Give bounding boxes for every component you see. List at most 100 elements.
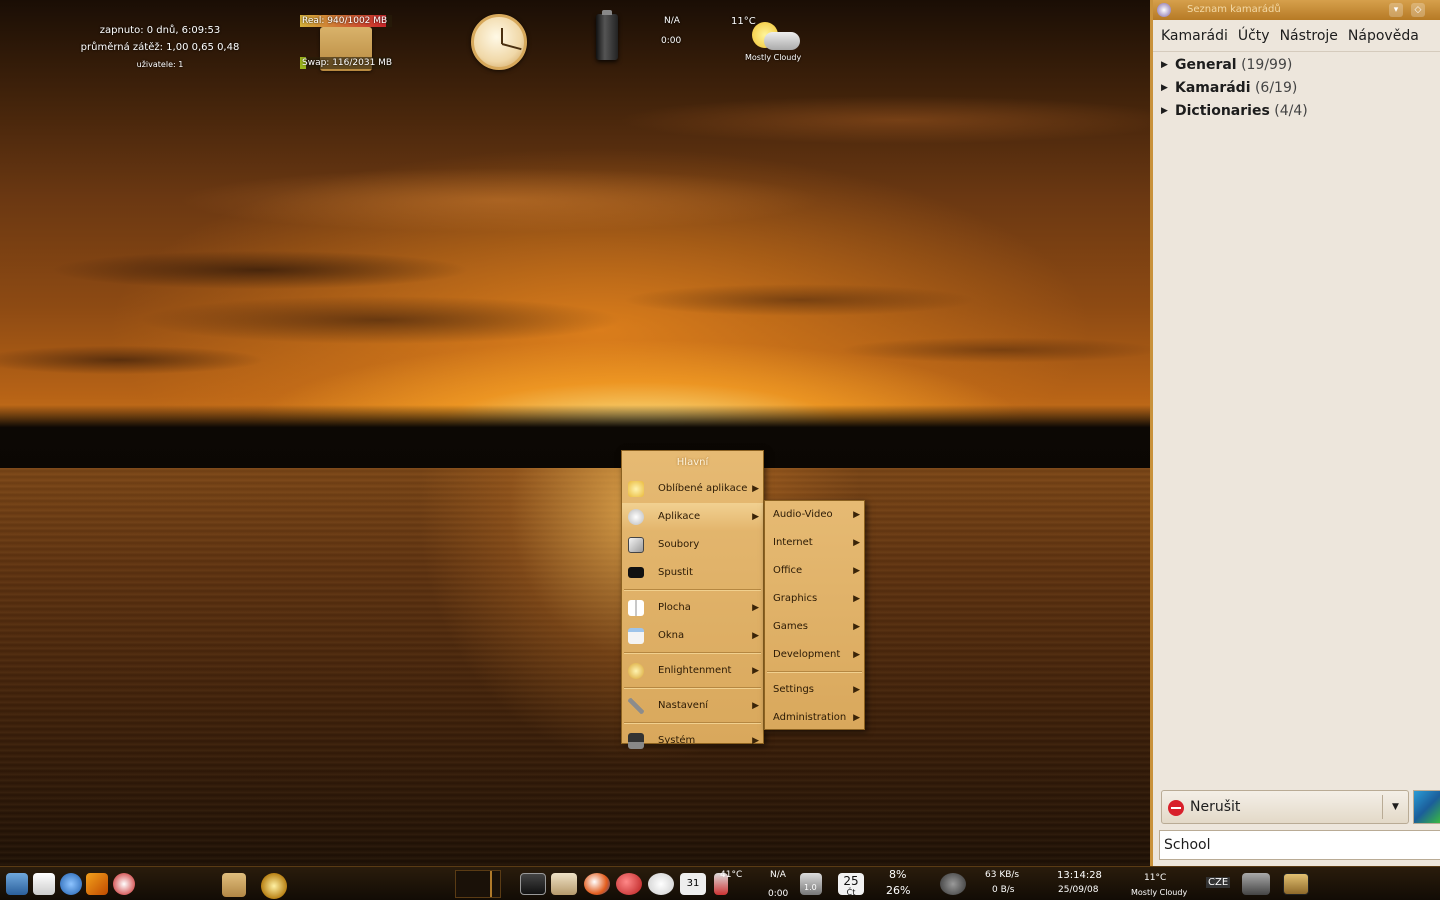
real-memory-bar: Real: 940/1002 MB: [300, 15, 392, 27]
submenu-item-audio-video[interactable]: Audio-Video ▶: [765, 501, 864, 529]
enlightenment-icon[interactable]: [261, 873, 287, 899]
expand-arrow-icon[interactable]: ▶: [1161, 77, 1168, 100]
terminal-icon: [628, 567, 644, 578]
keyboard-layout[interactable]: CZE: [1206, 877, 1231, 888]
menu-ucty[interactable]: Účty: [1238, 28, 1270, 44]
battery-time-text: 0:00: [768, 889, 789, 899]
network-icon[interactable]: [60, 873, 82, 895]
clock-minute-hand: [501, 43, 522, 51]
submenu-item-internet[interactable]: Internet ▶: [765, 529, 864, 557]
submenu-item-office[interactable]: Office ▶: [765, 557, 864, 585]
network-monitor-icon: [940, 873, 966, 895]
group-kamaradi[interactable]: ▶ Kamarádi (6/19): [1153, 77, 1440, 100]
submenu-arrow-icon: ▶: [752, 666, 759, 676]
ibar-item-icon[interactable]: [222, 873, 246, 897]
maximize-button[interactable]: ◇: [1411, 3, 1425, 17]
menu-item-run[interactable]: Spustit: [622, 559, 763, 587]
submenu-arrow-icon: ▶: [853, 650, 860, 660]
camera-icon[interactable]: [1242, 873, 1270, 895]
group-dictionaries[interactable]: ▶ Dictionaries (4/4): [1153, 100, 1440, 123]
opera-icon[interactable]: [616, 873, 642, 895]
menu-item-enlightenment[interactable]: Enlightenment ▶: [622, 657, 763, 685]
shelf-weather-temp: 11°C: [1144, 873, 1167, 883]
terminal-icon[interactable]: [520, 873, 546, 895]
submenu-arrow-icon: ▶: [853, 713, 860, 723]
analog-clock-gadget: [471, 14, 527, 70]
calendar-day-icon[interactable]: 25 Čt: [838, 873, 864, 897]
submenu-arrow-icon: ▶: [853, 510, 860, 520]
menu-item-label: Graphics: [773, 593, 818, 604]
clock-date[interactable]: 25/09/08: [1058, 885, 1098, 895]
status-selector[interactable]: Nerušit ▼: [1161, 790, 1409, 824]
buddy-avatar[interactable]: [1413, 790, 1440, 824]
group-general[interactable]: ▶ General (19/99): [1153, 54, 1440, 77]
firefox-icon[interactable]: [584, 873, 610, 895]
lifebuoy-icon[interactable]: [113, 873, 135, 895]
submenu-arrow-icon: ▶: [752, 701, 759, 711]
cpu-percent-top: 8%: [889, 868, 907, 881]
menu-item-label: Aplikace: [658, 511, 701, 522]
expand-arrow-icon[interactable]: ▶: [1161, 54, 1168, 77]
bottom-shelf: 31 41°C N/A 0:00 1.0 25 Čt 8% 26% 63 KB/…: [0, 866, 1440, 900]
submenu-item-administration[interactable]: Administration ▶: [765, 704, 864, 732]
battery-time-text: 0:00: [661, 36, 682, 46]
notification-icon[interactable]: [33, 873, 55, 895]
group-count: (19/99): [1241, 57, 1293, 73]
menu-item-files[interactable]: Soubory: [622, 531, 763, 559]
group-name: Kamarádi: [1175, 80, 1251, 96]
group-count: (4/4): [1274, 103, 1308, 119]
system-info-gadget: zapnuto: 0 dnů, 6:09:53 průměrná zátěž: …: [70, 22, 250, 73]
enlightenment-icon: [628, 663, 644, 679]
submenu-item-graphics[interactable]: Graphics ▶: [765, 585, 864, 613]
menu-kamaradi[interactable]: Kamarádi: [1161, 28, 1228, 44]
cloudy-weather-icon: [752, 22, 800, 54]
group-name: Dictionaries: [1175, 103, 1270, 119]
submenu-item-settings[interactable]: Settings ▶: [765, 676, 864, 704]
group-name: General: [1175, 57, 1237, 73]
clock-time[interactable]: 13:14:28: [1057, 870, 1102, 881]
desktop-show-icon[interactable]: [1283, 873, 1309, 895]
net-download-text: 63 KB/s: [985, 870, 1020, 880]
shelf-weather-condition: Mostly Cloudy: [1131, 888, 1188, 897]
menu-item-desktop[interactable]: Plocha ▶: [622, 594, 763, 622]
calendar-icon[interactable]: 31: [680, 873, 706, 895]
screenshot-icon[interactable]: [86, 873, 108, 895]
swap-memory-label: Swap: 116/2031 MB: [302, 58, 393, 68]
menu-item-label: Okna: [658, 630, 685, 641]
real-memory-label: Real: 940/1002 MB: [302, 16, 388, 26]
users-text: uživatele: 1: [136, 60, 184, 69]
menu-item-label: Systém: [658, 735, 696, 746]
applications-submenu: Audio-Video ▶ Internet ▶ Office ▶ Graphics ▶…: [764, 500, 865, 730]
battery-status-text: N/A: [664, 16, 680, 26]
minimize-button[interactable]: ▾: [1389, 3, 1403, 17]
wallpaper-treeline: [0, 405, 1150, 469]
temperature-text: 41°C: [720, 870, 743, 880]
menu-napoveda[interactable]: Nápověda: [1348, 28, 1419, 44]
cpu-percent-bottom: 26%: [886, 884, 911, 897]
text-editor-icon[interactable]: [551, 873, 577, 895]
submenu-arrow-icon: ▶: [853, 566, 860, 576]
menu-item-settings[interactable]: Nastavení ▶: [622, 692, 763, 720]
swap-memory-bar: Swap: 116/2031 MB: [300, 57, 392, 69]
desktop-pager[interactable]: [455, 870, 501, 898]
menu-item-windows[interactable]: Okna ▶: [622, 622, 763, 650]
file-manager-icon[interactable]: [6, 873, 28, 895]
heart-icon: [628, 481, 644, 497]
main-menu-title: Hlavní: [676, 457, 709, 468]
chevron-down-icon[interactable]: ▼: [1382, 795, 1408, 819]
status-label: Nerušit: [1190, 799, 1241, 815]
group-count: (6/19): [1254, 80, 1298, 96]
window-menubar: Kamarádi Účty Nástroje Nápověda: [1153, 20, 1440, 52]
menu-nastroje[interactable]: Nástroje: [1280, 28, 1338, 44]
weather-condition: Mostly Cloudy: [745, 53, 802, 62]
menu-item-favorites[interactable]: Oblíbené aplikace ▶: [622, 475, 763, 503]
submenu-item-development[interactable]: Development ▶: [765, 641, 864, 669]
window-titlebar[interactable]: Seznam kamarádů ▾ ◇: [1153, 0, 1440, 20]
submenu-item-games[interactable]: Games ▶: [765, 613, 864, 641]
menu-item-applications[interactable]: Aplikace ▶: [622, 503, 763, 531]
pidgin-icon[interactable]: [648, 873, 674, 895]
status-message-field[interactable]: School: [1159, 830, 1440, 860]
menu-item-system[interactable]: Systém ▶: [622, 727, 763, 755]
calendar-weekday: Čt: [846, 888, 856, 897]
expand-arrow-icon[interactable]: ▶: [1161, 100, 1168, 123]
